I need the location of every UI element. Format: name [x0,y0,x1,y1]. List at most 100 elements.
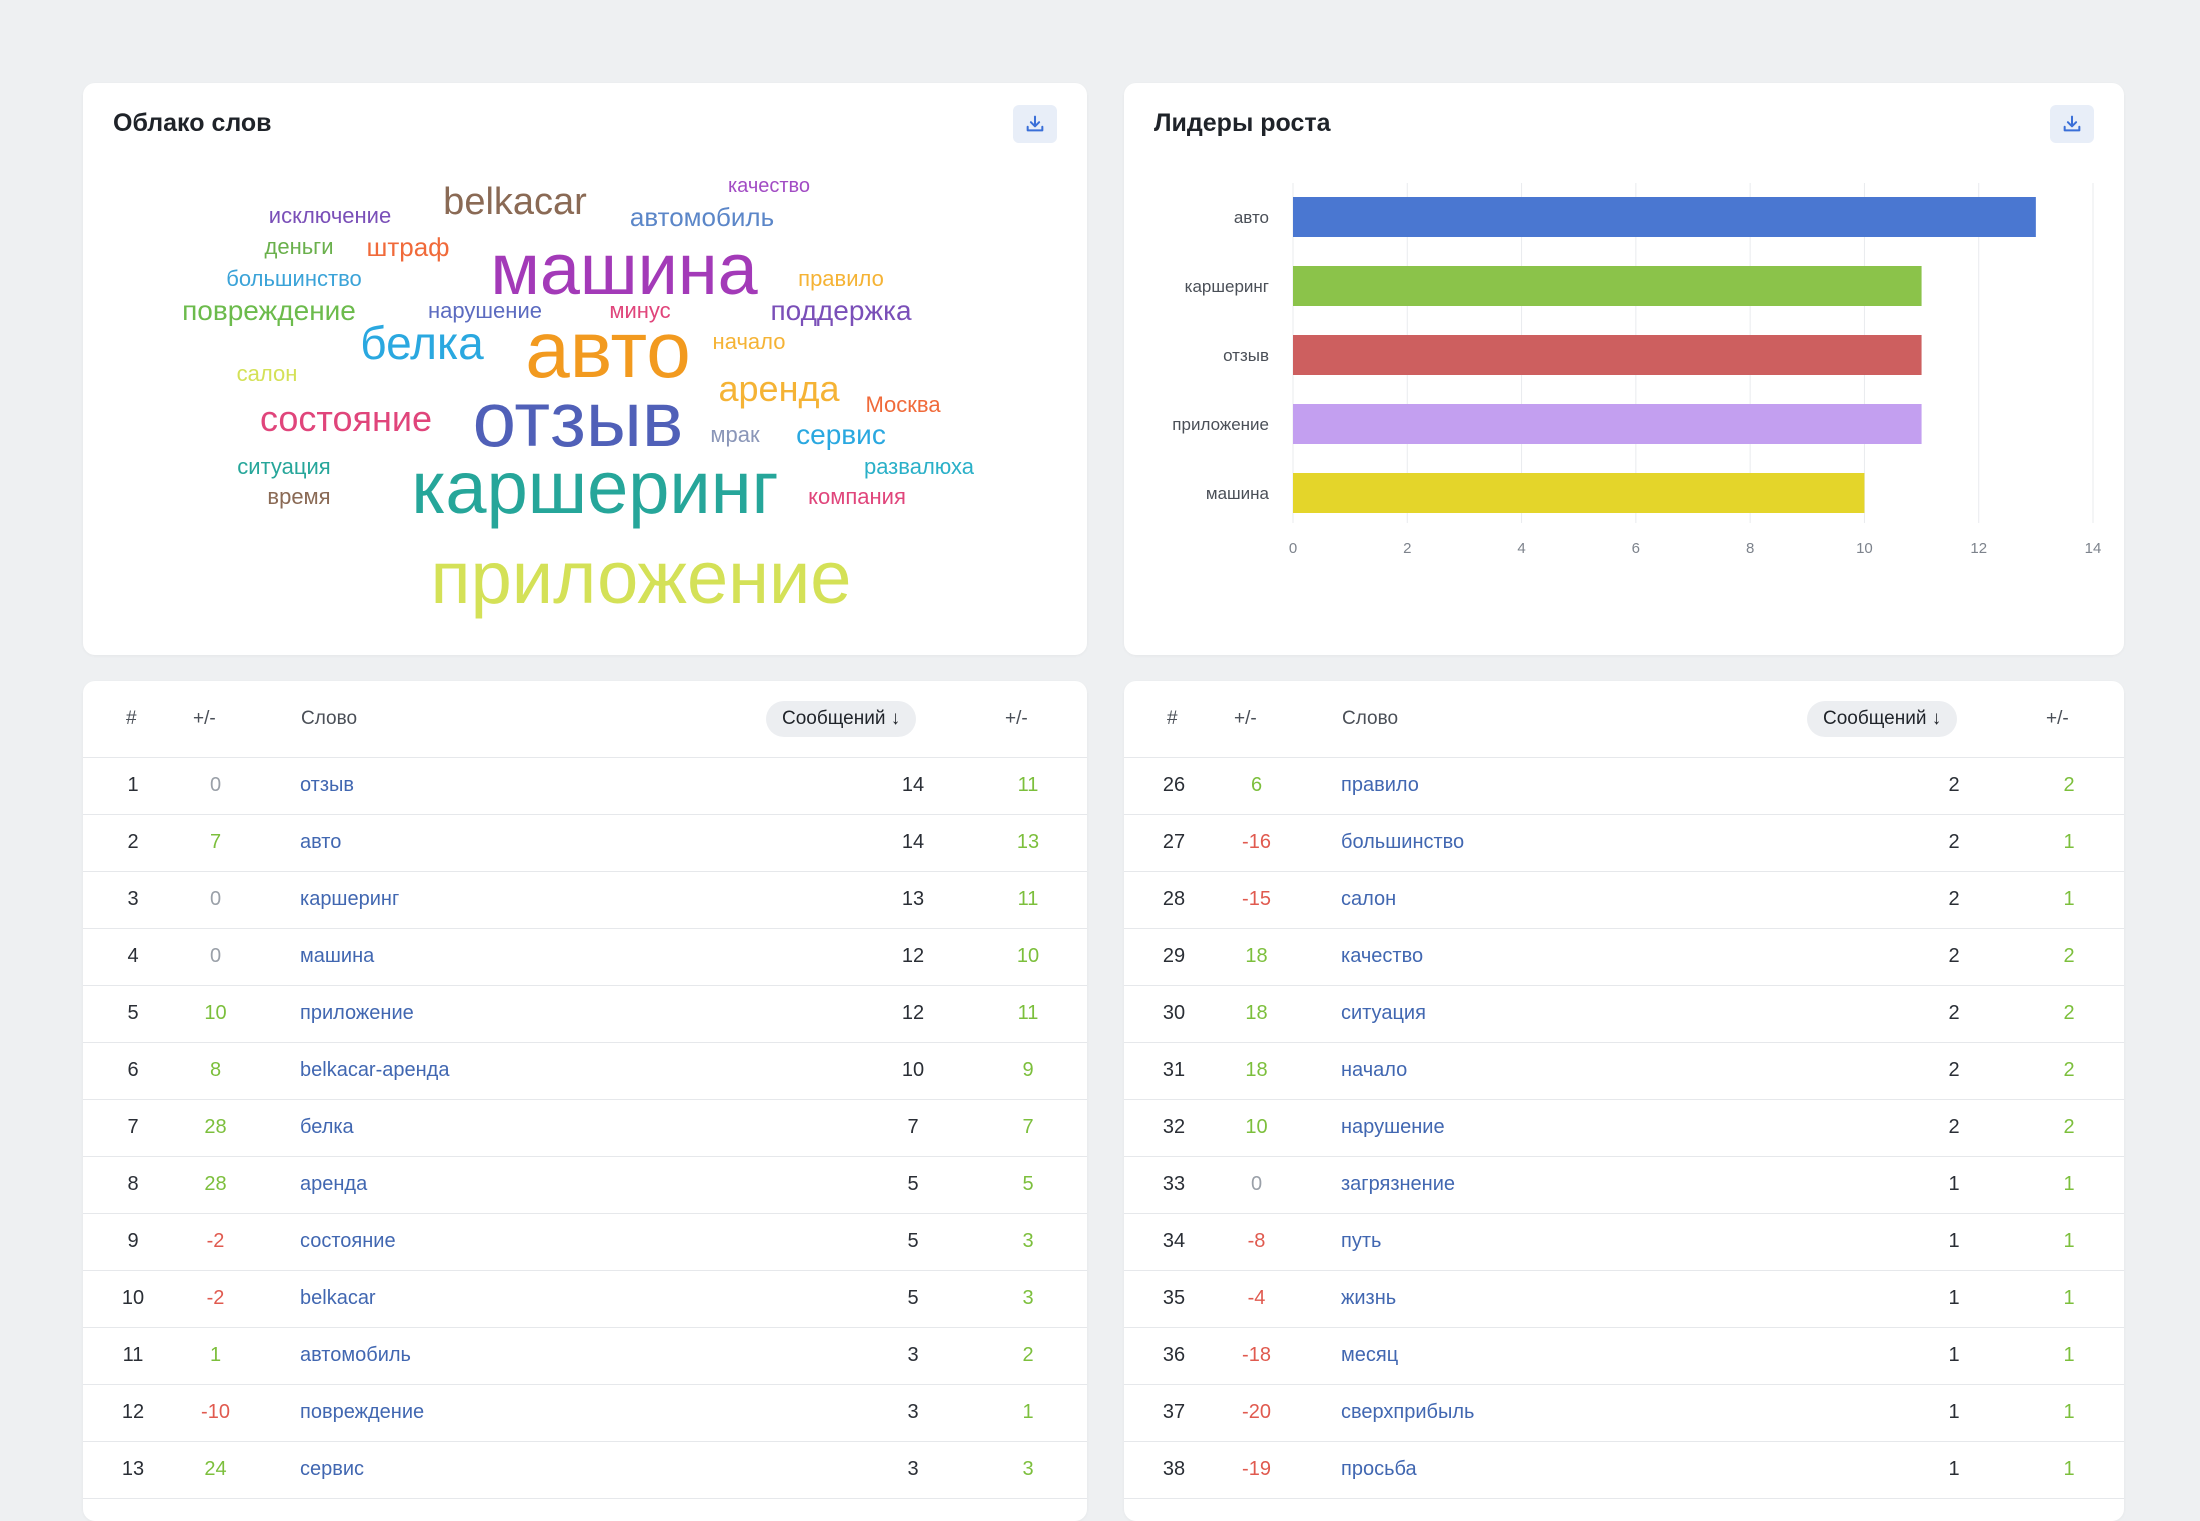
word-link[interactable]: качество [1341,928,1423,985]
header-rank: # [1167,708,1178,729]
word-link[interactable]: отзыв [300,757,354,814]
messages-cell: 13 [901,888,925,910]
change-cell: 1 [209,1344,222,1366]
bar[interactable] [1293,404,1922,444]
change-cell: -15 [1242,888,1271,910]
change-cell: 10 [204,1002,227,1024]
table-header: # +/- Слово Сообщений ↓ +/- [1124,681,2124,758]
cloud-word[interactable]: белка [360,320,483,366]
cloud-word[interactable]: приложение [431,541,852,615]
word-link[interactable]: салон [1341,871,1396,928]
words-table-left: # +/- Слово Сообщений ↓ +/- 1 0 отзыв 14 1 1 2… [83,681,1087,1521]
header-change[interactable]: +/- [193,681,216,757]
cloud-word[interactable]: машина [490,234,757,306]
growth-leaders-card: Лидеры роста 0 2 4 6 8 10 12 14 авто каршеринг отз… [1124,83,2124,655]
bar[interactable] [1293,266,1922,306]
header-messages-change[interactable]: +/- [1005,681,1028,757]
header-messages-change[interactable]: +/- [2046,681,2069,757]
word-link[interactable]: ситуация [1341,985,1426,1042]
word-link[interactable]: сервис [300,1441,364,1498]
change-cell: 0 [209,888,222,910]
word-link[interactable]: каршеринг [300,871,399,928]
cloud-word[interactable]: мрак [710,424,759,446]
word-link[interactable]: сверхприбыль [1341,1384,1474,1441]
table-row: 11 1 автомобиль 3 2 [83,1327,1087,1385]
messages-cell: 14 [901,774,925,796]
change-cell: -19 [1242,1458,1271,1480]
table-row: 31 18 начало 2 2 [1124,1042,2124,1100]
messages-cell: 5 [907,1287,919,1309]
word-link[interactable]: повреждение [300,1384,424,1441]
cloud-word[interactable]: большинство [226,268,362,290]
cloud-word[interactable]: развалюха [864,456,974,478]
cloud-word[interactable]: исключение [269,205,391,227]
word-link[interactable]: нарушение [1341,1099,1445,1156]
cloud-word[interactable]: сервис [796,421,886,449]
messages-change-cell: 3 [1022,1230,1034,1252]
word-link[interactable]: белка [300,1099,354,1156]
cloud-word[interactable]: правило [798,268,884,290]
messages-cell: 1 [1948,1344,1960,1366]
header-messages-sort[interactable]: Сообщений ↓ [1807,701,1958,737]
cloud-word[interactable]: аренда [719,371,840,407]
cloud-word[interactable]: поддержка [770,297,911,325]
messages-cell: 2 [1948,1059,1960,1081]
messages-change-cell: 1 [2063,831,2075,853]
cloud-word[interactable]: деньги [265,236,334,258]
bar[interactable] [1293,335,1922,375]
cloud-word[interactable]: состояние [260,401,432,437]
header-word[interactable]: Слово [1342,681,1398,757]
word-link[interactable]: загрязнение [1341,1156,1455,1213]
messages-change-cell: 10 [1016,945,1040,967]
messages-change-cell: 2 [2063,1059,2075,1081]
x-tick-label: 10 [1856,540,1873,557]
messages-change-cell: 1 [1022,1401,1034,1423]
word-link[interactable]: belkacar-аренда [300,1042,449,1099]
messages-change-cell: 2 [2063,945,2075,967]
table-header: # +/- Слово Сообщений ↓ +/- [83,681,1087,758]
word-link[interactable]: правило [1341,757,1419,814]
word-link[interactable]: просьба [1341,1441,1417,1498]
word-link[interactable]: автомобиль [300,1327,411,1384]
table-row: 2 7 авто 14 13 [83,814,1087,872]
cloud-word[interactable]: штраф [366,234,449,260]
cloud-word[interactable]: belkacar [443,183,587,221]
word-link[interactable]: жизнь [1341,1270,1396,1327]
word-link[interactable]: состояние [300,1213,396,1270]
word-link[interactable]: начало [1341,1042,1407,1099]
messages-cell: 1 [1948,1230,1960,1252]
table-row: 12 -10 повреждение 3 1 [83,1384,1087,1442]
word-link[interactable]: авто [300,814,341,871]
word-link[interactable]: приложение [300,985,414,1042]
messages-change-cell: 9 [1022,1059,1034,1081]
header-messages-sort[interactable]: Сообщений ↓ [766,701,917,737]
cloud-word[interactable]: время [267,486,330,508]
cloud-word[interactable]: повреждение [182,297,356,325]
word-link[interactable]: аренда [300,1156,367,1213]
word-link[interactable]: путь [1341,1213,1381,1270]
messages-change-cell: 2 [2063,774,2075,796]
bar[interactable] [1293,197,2036,237]
cloud-word[interactable]: качество [728,176,810,196]
bar[interactable] [1293,473,1865,513]
messages-cell: 3 [907,1401,919,1423]
word-link[interactable]: belkacar [300,1270,376,1327]
word-link[interactable]: машина [300,928,374,985]
words-table-right: # +/- Слово Сообщений ↓ +/- 26 6 правило 2 2… [1124,681,2124,1521]
cloud-word[interactable]: каршеринг [411,451,778,525]
cloud-word[interactable]: автомобиль [630,204,774,230]
cloud-word[interactable]: компания [808,486,906,508]
header-word[interactable]: Слово [301,681,357,757]
change-cell: -18 [1242,1344,1271,1366]
change-cell: 0 [209,774,222,796]
cloud-word[interactable]: салон [237,363,298,385]
word-link[interactable]: месяц [1341,1327,1398,1384]
growth-bar-chart: 0 2 4 6 8 10 12 14 авто каршеринг отзыв приложение м… [1172,183,2101,557]
cloud-word[interactable]: ситуация [237,456,330,478]
header-change[interactable]: +/- [1234,681,1257,757]
cloud-word[interactable]: Москва [865,394,940,416]
messages-cell: 1 [1948,1287,1960,1309]
cloud-word[interactable]: начало [713,331,786,353]
word-link[interactable]: большинство [1341,814,1464,871]
messages-cell: 2 [1948,1116,1960,1138]
